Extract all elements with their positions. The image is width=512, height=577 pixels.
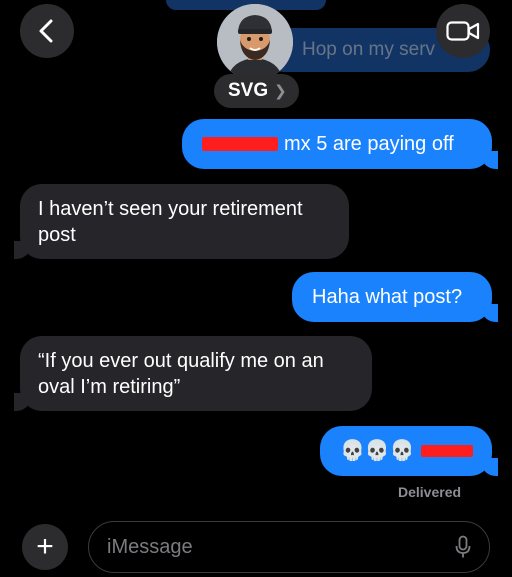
redacted-word [202, 137, 278, 151]
contact-avatar[interactable] [217, 4, 293, 80]
faded-message-text: Hop on my serv [302, 39, 436, 60]
message-text: “If you ever out qualify me on an oval I… [38, 350, 324, 398]
back-button[interactable] [20, 4, 74, 58]
skull-emoji: 💀💀💀 [340, 440, 415, 462]
video-camera-icon [446, 21, 480, 41]
imessage-input[interactable]: iMessage [88, 521, 490, 573]
message-sent-2[interactable]: Haha what post? [292, 272, 498, 322]
plus-icon: + [36, 530, 54, 563]
message-sent-1[interactable]: mx 5 are paying off [182, 119, 498, 169]
chevron-left-icon [39, 19, 53, 43]
facetime-button[interactable] [436, 4, 490, 58]
input-placeholder: iMessage [107, 535, 193, 558]
microphone-icon[interactable] [455, 535, 471, 559]
contact-name-button[interactable]: SVG ❯ [214, 74, 299, 108]
redacted-word [420, 445, 473, 457]
message-received-2[interactable]: “If you ever out qualify me on an oval I… [14, 336, 372, 411]
avatar-memoji [217, 4, 293, 80]
message-text: I haven’t seen your retirement post [38, 198, 303, 246]
message-received-1[interactable]: I haven’t seen your retirement post [14, 184, 349, 259]
chevron-right-icon: ❯ [274, 83, 287, 100]
apps-plus-button[interactable]: + [22, 524, 68, 570]
message-text: Haha what post? [312, 286, 463, 308]
delivered-status: Delivered [398, 484, 462, 500]
message-text: mx 5 are paying off [284, 133, 454, 155]
contact-name: SVG [228, 80, 269, 101]
message-sent-3[interactable]: 💀💀💀 [320, 426, 498, 476]
